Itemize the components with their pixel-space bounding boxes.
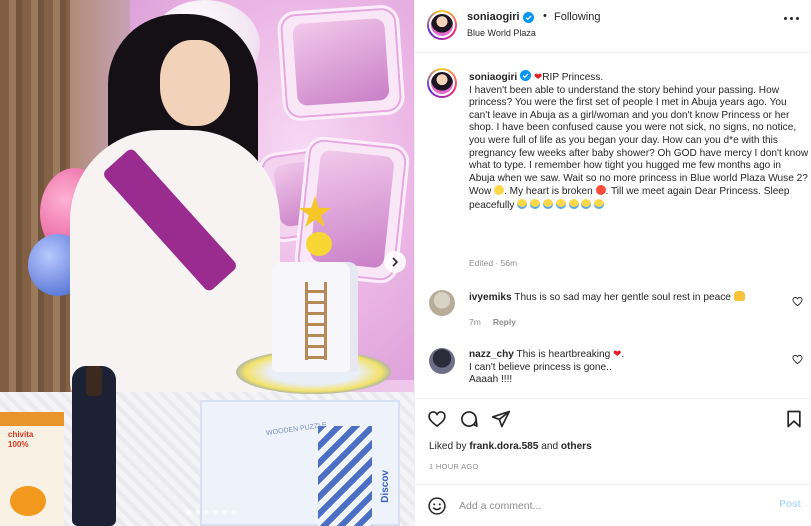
carousel-dot — [195, 510, 200, 515]
crying-emoji-icon — [542, 198, 553, 209]
carousel-dot — [231, 510, 236, 515]
share-button[interactable] — [491, 409, 511, 429]
wine-bottle-neck — [86, 366, 102, 396]
verified-badge-icon — [522, 11, 534, 23]
heart-icon — [428, 411, 446, 428]
post-image[interactable]: WOODEN PUZZLE Discov chivita 100% — [0, 0, 414, 526]
duck-topper — [306, 232, 332, 256]
red-heart-emoji-icon: ❤ — [613, 349, 622, 360]
post-comment-button[interactable]: Post — [779, 499, 801, 510]
crying-emoji-group — [517, 198, 605, 211]
crying-emoji-icon — [594, 198, 605, 209]
share-icon — [491, 410, 511, 428]
caption-author-avatar[interactable] — [427, 68, 457, 98]
like-button[interactable] — [427, 409, 447, 429]
commenter-username[interactable]: ivyemiks — [469, 292, 512, 303]
add-comment-bar: Post — [415, 484, 811, 526]
post-timestamp[interactable]: 1 HOUR AGO — [429, 462, 479, 471]
likes-others-link[interactable]: others — [561, 441, 592, 452]
likes-summary: Liked by frank.dora.585 and others — [429, 441, 592, 452]
emoji-picker-icon[interactable] — [427, 496, 447, 516]
gift-box-side-text: Discov — [380, 470, 391, 503]
author-username-row: soniaogiri — [467, 11, 534, 23]
commenter-avatar[interactable] — [429, 290, 455, 316]
post-header: soniaogiri • Following Blue World Plaza — [415, 0, 811, 53]
crying-emoji-icon — [530, 198, 541, 209]
author-username[interactable]: soniaogiri — [467, 11, 520, 23]
comment-body-line1: This is heartbreaking — [516, 349, 611, 360]
red-heart-emoji-icon: ❤ — [533, 72, 543, 83]
comment-meta: 7m Reply — [469, 317, 516, 327]
chevron-right-icon — [392, 257, 399, 267]
likes-conjunction: and — [538, 441, 561, 452]
reply-button[interactable]: Reply — [493, 317, 516, 327]
crying-emoji-icon — [517, 198, 528, 209]
caption-text: soniaogiri ❤RIP Princess. I haven't been… — [469, 70, 809, 213]
comment-input[interactable] — [459, 497, 759, 515]
carousel-dot — [186, 510, 191, 515]
crying-emoji-icon — [568, 198, 579, 209]
carousel-dot — [204, 510, 209, 515]
carousel-next-button[interactable] — [384, 251, 406, 273]
angry-emoji-icon — [595, 185, 606, 196]
caption-line-title: RIP Princess. — [542, 72, 604, 83]
caption-username[interactable]: soniaogiri — [469, 72, 517, 83]
caption-body-continued: . My heart is broken — [504, 186, 593, 198]
orange-graphic — [10, 486, 46, 516]
author-avatar[interactable] — [427, 10, 457, 40]
liked-by-username[interactable]: frank.dora.585 — [469, 441, 538, 452]
verified-badge-icon — [520, 70, 532, 81]
cake-ladder — [305, 282, 327, 360]
gift-box-stripes — [318, 426, 372, 526]
caption-edited-time: Edited · 56m — [469, 258, 518, 268]
comment-like-heart-icon[interactable] — [792, 296, 803, 307]
comment-body-line2: I can't believe princess is gone.. — [469, 361, 612, 373]
more-options-icon[interactable] — [784, 14, 802, 24]
carousel-dot — [213, 510, 218, 515]
save-button[interactable] — [784, 409, 804, 429]
bookmark-icon — [787, 410, 801, 428]
caption-body: I haven't been able to understand the st… — [469, 84, 809, 198]
woman-face — [160, 40, 230, 126]
crying-emoji-icon — [555, 198, 566, 209]
separator-dot: • — [543, 10, 547, 22]
photo-frame-decoration — [276, 3, 406, 123]
praying-hands-emoji-icon — [733, 291, 745, 301]
carousel-indicator — [186, 510, 236, 515]
juice-carton-label: chivita 100% — [8, 430, 34, 449]
following-button[interactable]: Following — [554, 11, 600, 23]
post-sidebar: soniaogiri • Following Blue World Plaza … — [414, 0, 811, 526]
commenter-avatar[interactable] — [429, 348, 455, 374]
comment-button[interactable] — [459, 409, 479, 429]
post-actions-bar — [415, 398, 811, 438]
commenter-username[interactable]: nazz_chy — [469, 349, 514, 360]
comment-text: nazz_chy This is heartbreaking ❤. I can'… — [469, 349, 625, 386]
likes-prefix: Liked by — [429, 441, 470, 452]
astonished-emoji-icon — [494, 185, 505, 196]
comment-text: ivyemiks Thus is so sad may her gentle s… — [469, 291, 789, 305]
comment-time: 7m — [469, 317, 481, 327]
crying-emoji-icon — [581, 198, 592, 209]
comment-body-line3: Aaaah !!!! — [469, 374, 513, 386]
comment-icon — [461, 411, 478, 427]
comment-body: Thus is so sad may her gentle soul rest … — [514, 292, 731, 303]
carousel-dot — [222, 510, 227, 515]
comment-like-heart-icon[interactable] — [792, 354, 803, 365]
location-link[interactable]: Blue World Plaza — [467, 28, 536, 38]
